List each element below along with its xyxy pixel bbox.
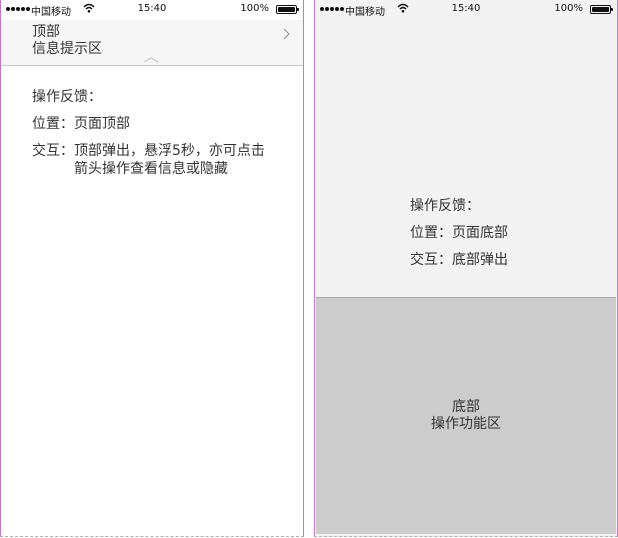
position-label: 位置： — [410, 225, 452, 241]
battery-percentage: 100% — [240, 3, 269, 14]
feedback-description: 操作反馈： 位置： 页面顶部 交互： 顶部弹出，悬浮5秒，亦可点击箭头操作查看信… — [32, 88, 287, 187]
chevron-up-icon[interactable] — [143, 57, 159, 63]
feedback-heading: 操作反馈： — [410, 198, 480, 214]
battery-icon — [590, 5, 613, 14]
interaction-label: 交互： — [32, 143, 74, 159]
position-value: 页面底部 — [452, 225, 508, 241]
status-bar: 中国移动 15:40 100% — [315, 0, 617, 20]
battery-icon — [276, 5, 299, 14]
bottom-sheet-label: 底部 操作功能区 — [316, 399, 616, 433]
top-notification-banner[interactable]: 顶部 信息提示区 — [1, 20, 303, 66]
interaction-value: 底部弹出 — [452, 252, 508, 268]
interaction-label: 交互： — [410, 252, 452, 268]
position-value: 页面顶部 — [74, 116, 130, 132]
feedback-heading: 操作反馈： — [32, 89, 102, 105]
banner-subtitle: 信息提示区 — [32, 41, 102, 57]
feedback-description: 操作反馈： 位置： 页面底部 交互： 底部弹出 — [410, 197, 610, 278]
chevron-right-icon[interactable] — [281, 28, 291, 40]
banner-title: 顶部 — [32, 24, 60, 40]
interaction-value: 顶部弹出，悬浮5秒，亦可点击箭头操作查看信息或隐藏 — [74, 143, 265, 177]
phone-mockup-top-banner: 中国移动 15:40 100% 顶部 信息提示区 操作反馈： 位置： 页面顶部 … — [0, 0, 304, 537]
bottom-action-sheet[interactable]: 底部 操作功能区 — [316, 297, 616, 534]
phone-mockup-bottom-sheet: 中国移动 15:40 100% 操作反馈： 位置： 页面底部 交互： 底部弹出 … — [314, 0, 618, 537]
bottom-sheet-subtitle: 操作功能区 — [431, 416, 501, 432]
bottom-sheet-title: 底部 — [452, 399, 480, 415]
status-bar: 中国移动 15:40 100% — [1, 0, 303, 20]
battery-percentage: 100% — [554, 3, 583, 14]
position-label: 位置： — [32, 116, 74, 132]
